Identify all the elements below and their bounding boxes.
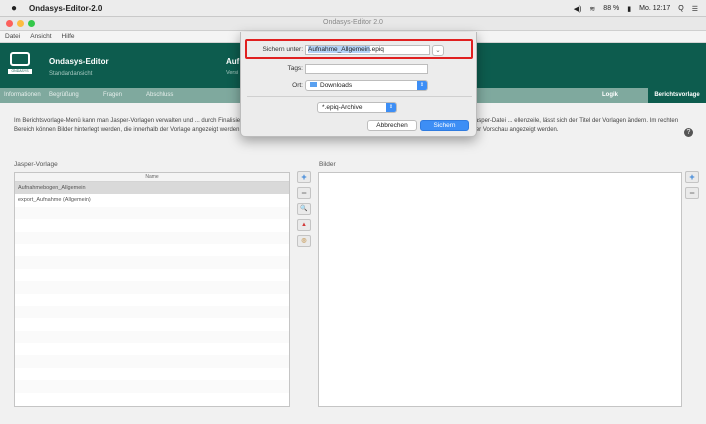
tags-input[interactable] xyxy=(305,64,428,74)
spotlight-icon[interactable]: Q xyxy=(678,5,683,12)
remove-image-button[interactable]: − xyxy=(685,187,699,199)
table-row-empty xyxy=(15,256,289,269)
table-row-empty xyxy=(15,380,289,393)
folder-icon xyxy=(310,82,317,87)
table-row-empty xyxy=(15,269,289,281)
menubar-status: ◀) ≋ 88 % ▮ Mo. 12:17 Q ☰ xyxy=(574,0,698,17)
location-value: Downloads xyxy=(320,82,353,89)
notification-icon[interactable]: ☰ xyxy=(692,5,698,13)
battery-icon: ▮ xyxy=(627,5,632,13)
mac-menubar: ● Ondasys-Editor-2.0 ◀) ≋ 88 % ▮ Mo. 12:… xyxy=(0,0,706,17)
format-dropdown-icon: ⇕ xyxy=(386,103,396,112)
add-template-button[interactable]: + xyxy=(297,171,311,183)
table-row-empty xyxy=(15,318,289,330)
menu-ansicht[interactable]: Ansicht xyxy=(30,33,51,40)
help-icon[interactable]: ? xyxy=(684,128,693,137)
table-row-empty xyxy=(15,393,289,405)
tab-informationen[interactable]: Informationen xyxy=(4,88,41,103)
main-content: Im Berichtsvorlage-Menü kann man Jasper-… xyxy=(0,103,706,424)
images-table[interactable] xyxy=(318,172,682,407)
preview-icon[interactable]: ◎ xyxy=(297,235,311,247)
images-section-label: Bilder xyxy=(319,161,336,168)
save-button[interactable]: Sichern xyxy=(420,120,469,131)
menu-datei[interactable]: Datei xyxy=(5,33,20,40)
column-header-name[interactable]: Name xyxy=(15,173,289,182)
tab-logik[interactable]: Logik xyxy=(602,88,618,103)
add-image-button[interactable]: + xyxy=(685,171,699,183)
remove-template-button[interactable]: − xyxy=(297,187,311,199)
annotation-highlight-box xyxy=(245,39,473,59)
table-row-empty xyxy=(15,281,289,294)
clock[interactable]: Mo. 12:17 xyxy=(639,5,670,12)
cancel-button[interactable]: Abbrechen xyxy=(367,120,417,131)
table-row-empty xyxy=(15,355,289,368)
format-select[interactable]: *.epiq-Archive ⇕ xyxy=(317,102,397,113)
app-menu-name[interactable]: Ondasys-Editor-2.0 xyxy=(29,4,102,13)
apple-icon[interactable]: ● xyxy=(7,3,21,14)
header-view-name: Standardansicht xyxy=(49,71,93,77)
table-row-empty xyxy=(15,368,289,380)
window-titlebar: Ondasys-Editor 2.0 xyxy=(0,17,706,31)
tab-fragen[interactable]: Fragen xyxy=(103,88,122,103)
window-title: Ondasys-Editor 2.0 xyxy=(323,19,383,26)
wifi-icon[interactable]: ≋ xyxy=(589,5,595,13)
table-row-empty xyxy=(15,343,289,355)
tab-berichtsvorlage[interactable]: Berichtsvorlage xyxy=(648,88,706,103)
dialog-divider xyxy=(247,96,472,97)
tags-label: Tags: xyxy=(287,65,303,72)
tab-abschluss[interactable]: Abschluss xyxy=(146,88,173,103)
table-row-empty xyxy=(15,294,289,306)
header-document-version: Versi xyxy=(226,70,239,76)
location-dropdown-icon: ⇕ xyxy=(417,81,427,90)
location-select[interactable]: Downloads ⇕ xyxy=(305,80,428,91)
table-row-empty xyxy=(15,206,289,220)
pdf-export-icon[interactable]: ▲ xyxy=(297,219,311,231)
menu-hilfe[interactable]: Hilfe xyxy=(62,33,75,40)
ondasys-logo: ONDASYS xyxy=(8,52,32,78)
header-document-title: Auf xyxy=(226,57,240,66)
table-row-empty xyxy=(15,231,289,244)
search-template-icon[interactable]: 🔍 xyxy=(297,203,311,215)
battery-percent[interactable]: 88 % xyxy=(603,5,619,12)
table-row-empty xyxy=(15,330,289,344)
header-app-title: Ondasys-Editor xyxy=(49,57,109,66)
jasper-section-label: Jasper-Vorlage xyxy=(14,161,58,168)
table-row-empty xyxy=(15,219,289,231)
format-value: *.epiq-Archive xyxy=(322,104,363,111)
table-row-empty xyxy=(15,244,289,256)
table-row[interactable]: export_Aufnahme (Allgemein) xyxy=(15,194,289,206)
table-row-empty xyxy=(15,305,289,319)
tab-begruessung[interactable]: Begrüßung xyxy=(49,88,79,103)
jasper-template-table: Name Aufnahmebogen_Allgemein export_Aufn… xyxy=(14,172,290,407)
logo-text: ONDASYS xyxy=(8,69,32,74)
location-label: Ort: xyxy=(292,82,303,89)
table-row[interactable]: Aufnahmebogen_Allgemein xyxy=(15,182,289,195)
volume-icon[interactable]: ◀) xyxy=(574,5,582,13)
